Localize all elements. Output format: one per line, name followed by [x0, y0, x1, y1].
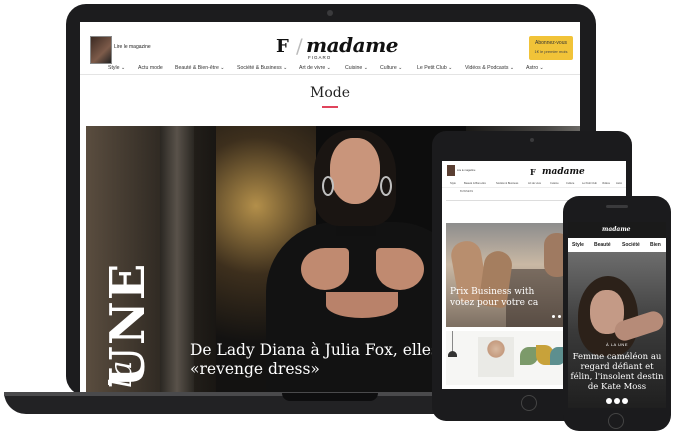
- nav-item-beaute[interactable]: Beauté & Bien-être: [464, 182, 486, 185]
- laptop-camera: [327, 10, 333, 16]
- madame-logo[interactable]: madame: [602, 226, 631, 233]
- nav-item-societe[interactable]: Société: [622, 242, 640, 248]
- hero-photo-cutout-right: [376, 248, 424, 290]
- nav-item-videos[interactable]: Vidéos: [602, 182, 610, 185]
- figaro-monogram-logo[interactable]: F: [530, 167, 536, 177]
- nav-item-beaute[interactable]: Beauté: [594, 242, 611, 248]
- hero-photo-cutout-waist: [326, 292, 398, 318]
- card-photo-lamp-cord: [452, 331, 453, 353]
- site-header: Lire le magazine F / madame FIGARO Abonn…: [80, 22, 580, 75]
- hero-background-pillar: [160, 126, 194, 392]
- card-photo-lamp: [448, 351, 457, 357]
- hero-headline-cont[interactable]: «revenge dress»: [190, 360, 320, 378]
- share-icons: [568, 398, 666, 406]
- nav-item-bien[interactable]: Bien: [650, 242, 661, 248]
- link-icon[interactable]: [622, 398, 628, 404]
- nav-item-societe[interactable]: Société & Business ⌄: [237, 65, 287, 71]
- nav-item-art-de-vivre[interactable]: Art de vivre: [528, 182, 541, 185]
- breadcrumb[interactable]: BUSINESS: [460, 190, 473, 193]
- figaro-sub-logo: FIGARO: [308, 55, 332, 60]
- madame-logo[interactable]: madame: [306, 33, 398, 57]
- read-magazine-link[interactable]: Lire le magazine: [114, 44, 151, 50]
- hero-kicker: À LA UNE: [605, 342, 628, 347]
- hero-photo-earring: [322, 176, 334, 196]
- tablet-camera: [530, 138, 534, 142]
- nav-item-societe[interactable]: Société & Business: [496, 182, 518, 185]
- nav-item-culture[interactable]: Culture: [566, 182, 574, 185]
- main-nav: Style ⌄ Actu mode Beauté & Bien-être ⌄ S…: [80, 65, 580, 74]
- nav-item-art-de-vivre[interactable]: Art de vivre ⌄: [299, 65, 331, 71]
- mobile-nav: Style Beauté Société Bien: [568, 238, 666, 253]
- hero-photo-earring: [380, 176, 392, 196]
- magazine-cover-thumbnail[interactable]: [90, 36, 112, 64]
- card-photo-portrait: [478, 337, 514, 377]
- une-label-word: UNE: [100, 262, 156, 388]
- hero-article[interactable]: À LA UNE Femme caméléon au regard défian…: [568, 252, 666, 408]
- nav-item-style[interactable]: Style: [572, 242, 584, 248]
- mobile-topbar: madame: [568, 222, 666, 238]
- facebook-icon[interactable]: [552, 315, 555, 318]
- nav-item-cuisine[interactable]: Cuisine: [550, 182, 559, 185]
- nav-item-astro[interactable]: Astro: [616, 182, 622, 185]
- subscribe-label: Abonnez-vous: [535, 40, 567, 46]
- logo-slash: /: [296, 34, 303, 58]
- nav-item-actu-mode[interactable]: Actu mode: [138, 65, 163, 71]
- page-title: Mode: [309, 85, 350, 101]
- twitter-icon[interactable]: [614, 398, 620, 404]
- nav-item-cuisine[interactable]: Cuisine ⌄: [345, 65, 368, 71]
- nav-item-astro[interactable]: Astro ⌄: [526, 65, 544, 71]
- magazine-cover-thumbnail[interactable]: [447, 165, 455, 176]
- phone-screen: madame Style Beauté Société Bien À LA UN…: [568, 222, 666, 408]
- facebook-icon[interactable]: [606, 398, 612, 404]
- madame-logo[interactable]: madame: [542, 167, 585, 177]
- hero-photo-face: [330, 138, 380, 204]
- nav-item-videos[interactable]: Vidéos & Podcasts ⌄: [465, 65, 514, 71]
- nav-item-petit-club[interactable]: Le Petit Club: [582, 182, 597, 185]
- title-accent-rule: [322, 106, 338, 108]
- twitter-icon[interactable]: [558, 315, 561, 318]
- read-magazine-link[interactable]: Lire le magazine: [457, 169, 475, 172]
- phone-speaker: [606, 205, 628, 208]
- nav-item-style[interactable]: Style ⌄: [108, 65, 125, 71]
- tablet-home-button: [521, 395, 537, 411]
- nav-item-culture[interactable]: Culture ⌄: [380, 65, 403, 71]
- laptop-notch: [282, 393, 378, 401]
- subscribe-offer: 1€ le premier mois: [534, 49, 568, 54]
- nav-item-beaute[interactable]: Beauté & Bien-être ⌄: [175, 65, 225, 71]
- nav-item-petit-club[interactable]: Le Petit Club ⌄: [417, 65, 453, 71]
- subscribe-button[interactable]: Abonnez-vous 1€ le premier mois: [529, 36, 573, 60]
- nav-item-style[interactable]: Style: [450, 182, 456, 185]
- hero-headline[interactable]: Femme caméléon au regard défiant et féli…: [570, 352, 664, 392]
- hero-photo-cutout-left: [301, 248, 349, 290]
- hero-headline-cont[interactable]: votez pour votre ca: [450, 298, 538, 308]
- main-nav: Style Beauté & Bien-être Société & Busin…: [442, 181, 626, 188]
- phone-home-button: [608, 413, 624, 429]
- figaro-monogram-logo[interactable]: F: [276, 36, 289, 57]
